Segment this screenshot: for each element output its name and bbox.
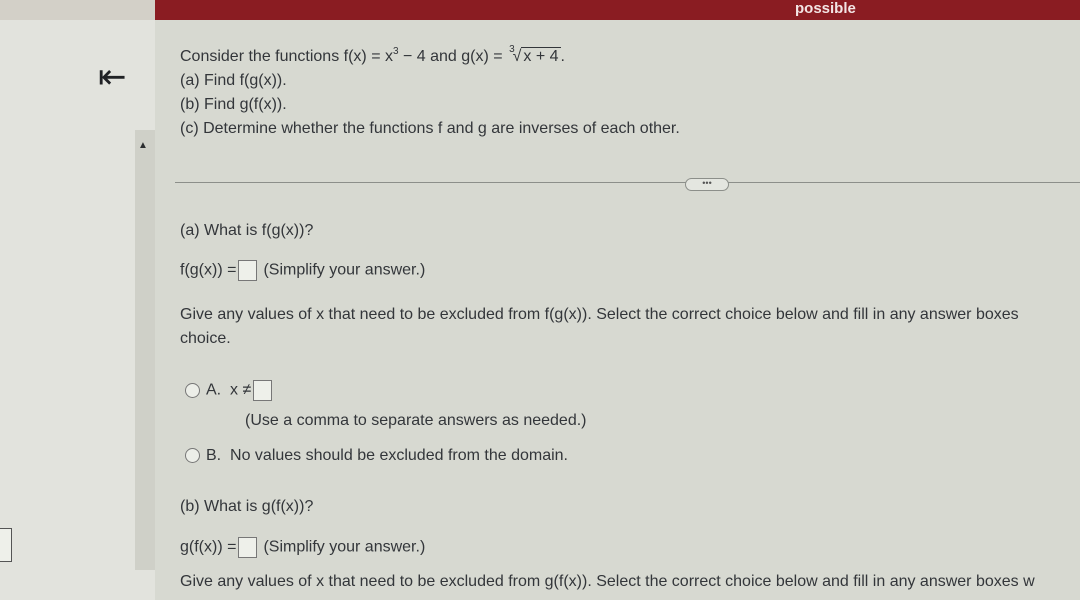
gf-label: g(f(x)) = bbox=[180, 538, 237, 556]
top-bar-left bbox=[0, 0, 155, 20]
part-b-answer-row: g(f(x)) = (Simplify your answer.) bbox=[180, 537, 425, 558]
fg-label: f(g(x)) = bbox=[180, 261, 237, 279]
divider bbox=[175, 182, 1080, 183]
gf-answer-box[interactable] bbox=[238, 537, 258, 558]
exclude-instructions-a-cont: choice. bbox=[180, 330, 231, 347]
points-possible: possible bbox=[795, 0, 856, 17]
simplify-hint-b: (Simplify your answer.) bbox=[263, 538, 426, 556]
back-to-start-icon[interactable]: ⇤ bbox=[98, 60, 127, 94]
choice-a-answer-box[interactable] bbox=[253, 380, 273, 401]
choice-b[interactable]: B. No values should be excluded from the… bbox=[185, 447, 568, 465]
root-index: 3 bbox=[509, 44, 515, 55]
choice-a-label: A. bbox=[206, 381, 222, 399]
intro-mid: − 4 and g(x) = bbox=[398, 48, 508, 65]
part-c-prompt: (c) Determine whether the functions f an… bbox=[180, 120, 680, 137]
part-a-prompt: (a) Find f(g(x)). bbox=[180, 72, 287, 89]
choice-a-radio[interactable] bbox=[185, 383, 200, 398]
choice-b-radio[interactable] bbox=[185, 448, 200, 464]
part-a-answer-row: f(g(x)) = (Simplify your answer.) bbox=[180, 260, 425, 281]
top-bar: possible bbox=[0, 0, 1080, 20]
choice-a-hint: (Use a comma to separate answers as need… bbox=[245, 412, 587, 429]
simplify-hint: (Simplify your answer.) bbox=[263, 261, 426, 279]
choice-b-text: No values should be excluded from the do… bbox=[230, 447, 568, 464]
part-b-header: (b) What is g(f(x))? bbox=[180, 498, 314, 515]
left-panel: ⇤ ▲ bbox=[0, 20, 155, 600]
question-area: Consider the functions f(x) = x3 − 4 and… bbox=[155, 20, 1080, 600]
part-a-header: (a) What is f(g(x))? bbox=[180, 222, 314, 239]
exclude-instructions-b: Give any values of x that need to be exc… bbox=[180, 573, 1035, 590]
question-nav-strip bbox=[135, 130, 155, 570]
question-intro: Consider the functions f(x) = x3 − 4 and… bbox=[180, 44, 565, 65]
intro-end: . bbox=[560, 48, 565, 65]
ellipsis-icon[interactable]: ••• bbox=[685, 178, 729, 191]
exponent: 3 bbox=[392, 46, 399, 57]
choice-a[interactable]: A. x ≠ bbox=[185, 380, 278, 401]
radicand: x + 4 bbox=[521, 47, 561, 65]
intro-text: Consider the functions f(x) = x bbox=[180, 48, 393, 65]
side-answer-box[interactable] bbox=[0, 528, 12, 562]
choice-a-expr: x ≠ bbox=[230, 381, 252, 399]
choice-b-label: B. bbox=[206, 447, 222, 464]
part-b-prompt: (b) Find g(f(x)). bbox=[180, 96, 287, 113]
triangle-up-icon[interactable]: ▲ bbox=[138, 140, 148, 151]
exclude-instructions-a: Give any values of x that need to be exc… bbox=[180, 306, 1019, 323]
fg-answer-box[interactable] bbox=[238, 260, 258, 281]
